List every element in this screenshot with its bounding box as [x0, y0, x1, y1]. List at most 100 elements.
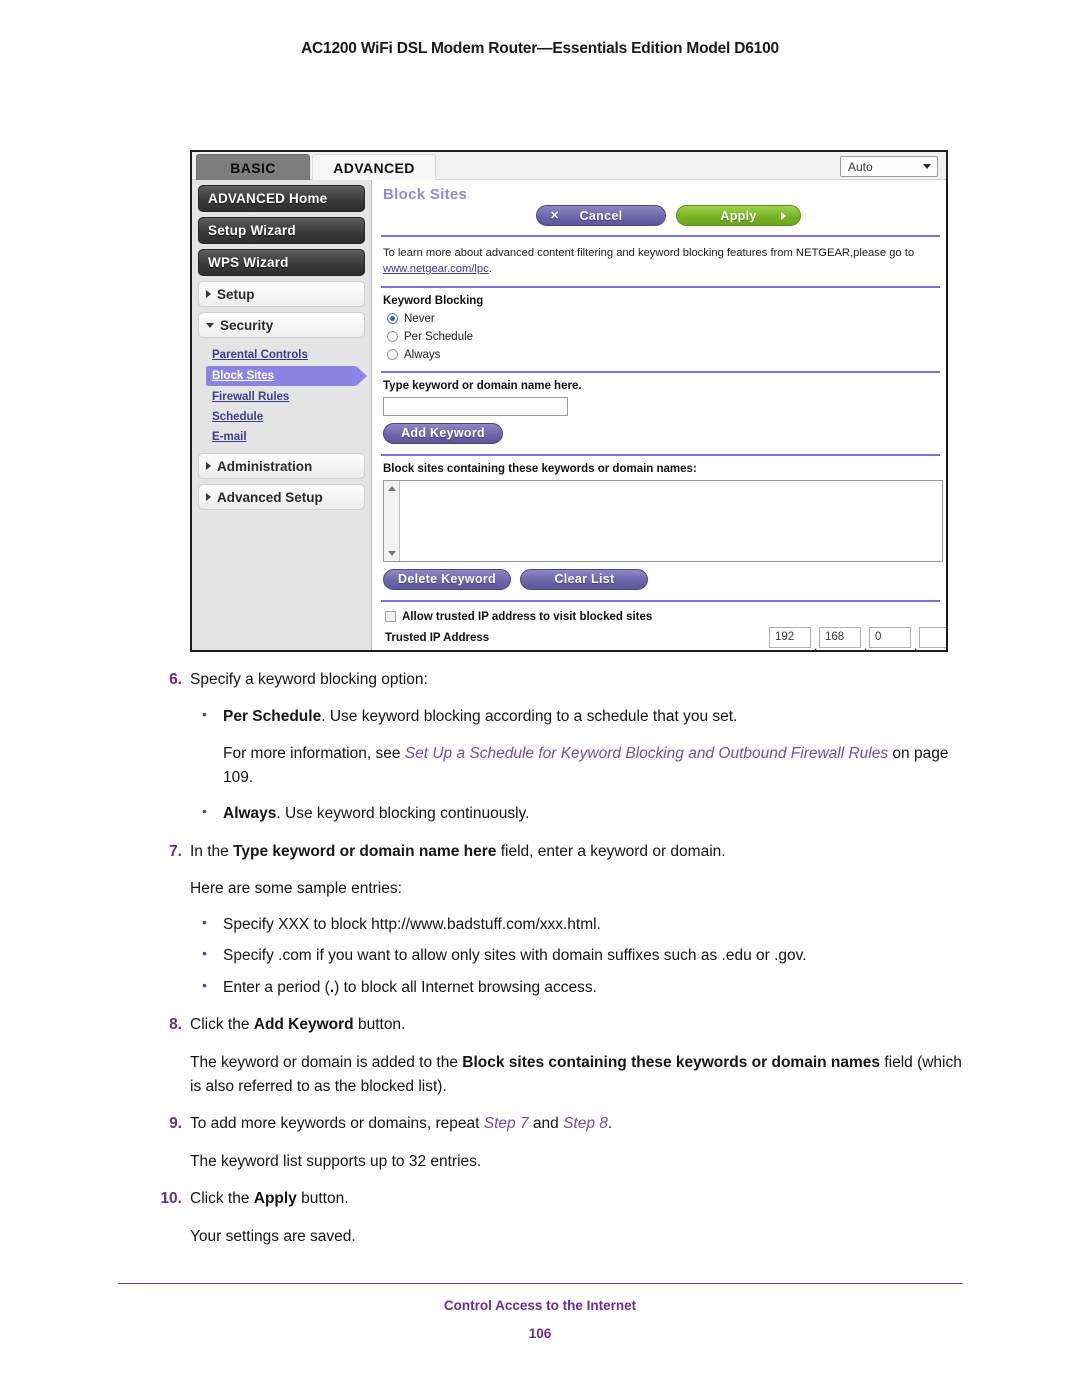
language-select[interactable]: Auto [840, 156, 938, 177]
delete-keyword-button-label: Delete Keyword [398, 572, 496, 587]
info-text-tail: . [488, 262, 492, 275]
step-10: 10. Click the Apply button. Your setting… [152, 1187, 972, 1248]
trusted-ip-checkbox-label: Allow trusted IP address to visit blocke… [402, 610, 653, 623]
content-panel: Block Sites ✕ Cancel Apply To learn more… [373, 180, 946, 650]
apply-button[interactable]: Apply [676, 205, 801, 226]
sidebar-item-schedule[interactable]: Schedule [212, 408, 365, 426]
clear-list-button[interactable]: Clear List [520, 568, 649, 590]
radio-always[interactable]: Always [383, 349, 938, 361]
step-7: 7. In the Type keyword or domain name he… [152, 840, 972, 1000]
add-keyword-button[interactable]: Add Keyword [383, 422, 503, 444]
per-schedule-rest: . Use keyword blocking according to a sc… [321, 707, 738, 725]
sidebar-group-security[interactable]: Security [198, 312, 365, 338]
trusted-ip-row: Trusted IP Address 192 . 168 . 0 . [383, 626, 946, 652]
radio-never[interactable]: Never [383, 313, 938, 325]
radio-always-label: Always [404, 348, 441, 361]
ip-separator: . [864, 638, 868, 652]
security-sublinks: Parental Controls Block Sites Firewall R… [198, 343, 367, 453]
sidebar-item-setup-wizard[interactable]: Setup Wizard [198, 217, 365, 244]
close-icon: ✕ [550, 210, 560, 222]
step-7-bullet-1: Specify XXX to block http://www.badstuff… [190, 912, 972, 937]
step-8-paragraph: The keyword or domain is added to the Bl… [190, 1051, 972, 1098]
footer-divider [118, 1283, 963, 1284]
step-9: 9. To add more keywords or domains, repe… [152, 1112, 972, 1173]
chevron-down-icon [923, 164, 931, 169]
radio-never-label: Never [404, 312, 435, 325]
step-10-paragraph: Your settings are saved. [190, 1227, 356, 1245]
sidebar-item-parental-controls[interactable]: Parental Controls [212, 346, 365, 364]
step-6: 6. Specify a keyword blocking option: Pe… [152, 668, 972, 826]
apply-button-label: Apply [720, 208, 757, 223]
blocked-list-box[interactable] [383, 479, 943, 562]
step-10-lead: Click the [190, 1190, 254, 1208]
step-8-lead: Click the [190, 1016, 254, 1034]
note-lead: For more information, see [223, 745, 405, 763]
sidebar-item-email[interactable]: E-mail [212, 428, 365, 446]
add-keyword-button-label: Add Keyword [401, 426, 485, 441]
trusted-ip-octet-4[interactable] [919, 626, 946, 648]
sidebar-group-setup-label: Setup [217, 286, 255, 302]
step-7-tail: field, enter a keyword or domain. [496, 842, 726, 860]
info-text-lead: To learn more about advanced content fil… [383, 247, 915, 259]
trusted-ip-octet-1[interactable]: 192 [769, 626, 811, 648]
step-7-bold: Type keyword or domain name here [233, 842, 497, 860]
step-7-number: 7. [169, 842, 182, 860]
checkbox-icon[interactable] [385, 611, 396, 623]
scroll-up-icon[interactable] [388, 485, 396, 491]
step-8-reference-link[interactable]: Step 8 [563, 1115, 608, 1132]
sidebar-item-wps-wizard[interactable]: WPS Wizard [198, 249, 365, 276]
tab-advanced[interactable]: ADVANCED [312, 154, 436, 180]
scroll-down-icon[interactable] [388, 550, 396, 556]
trusted-ip-octet-2[interactable]: 168 [819, 626, 861, 648]
step-10-number: 10. [160, 1190, 182, 1208]
trusted-ip-label: Trusted IP Address [385, 631, 490, 644]
sidebar-group-advanced-setup[interactable]: Advanced Setup [198, 484, 365, 510]
radio-always-icon [387, 349, 398, 361]
sidebar-group-advanced-setup-label: Advanced Setup [217, 489, 323, 505]
page-title: AC1200 WiFi DSL Modem Router—Essentials … [301, 40, 779, 57]
radio-never-icon [387, 313, 398, 325]
always-bold: Always [223, 805, 277, 823]
sidebar-group-setup[interactable]: Setup [198, 281, 365, 307]
step-6-bullet-per-schedule: Per Schedule. Use keyword blocking accor… [190, 704, 972, 729]
step-8: 8. Click the Add Keyword button. The key… [152, 1013, 972, 1098]
tab-basic[interactable]: BASIC [196, 154, 310, 180]
language-select-value: Auto [848, 159, 873, 174]
ip-separator: . [914, 638, 918, 652]
chevron-right-icon [206, 462, 211, 470]
netgear-lpc-link[interactable]: www.netgear.com/lpc [383, 263, 489, 275]
footer-page-number: 106 [528, 1326, 552, 1341]
step-9-mid: and [528, 1115, 564, 1133]
scrollbar[interactable] [384, 480, 400, 561]
bullet-3-tail: ) to block all Internet browsing access. [334, 978, 597, 996]
step-6-note: For more information, see Set Up a Sched… [190, 742, 972, 789]
sidebar-item-advanced-home[interactable]: ADVANCED Home [198, 185, 365, 212]
step-10-tail: button. [296, 1190, 349, 1208]
keyword-blocking-label: Keyword Blocking [383, 294, 484, 307]
step-7-subtext: Here are some sample entries: [190, 880, 402, 898]
sidebar-item-block-sites[interactable]: Block Sites [206, 366, 367, 386]
info-text: To learn more about advanced content fil… [381, 237, 940, 286]
trusted-ip-octet-3[interactable]: 0 [869, 626, 911, 648]
radio-per-schedule[interactable]: Per Schedule [383, 331, 938, 343]
sidebar-group-administration[interactable]: Administration [198, 453, 365, 479]
blocked-list-section: Block sites containing these keywords or… [381, 456, 943, 592]
keyword-input[interactable] [383, 396, 568, 416]
cross-reference-link[interactable]: Set Up a Schedule for Keyword Blocking a… [405, 745, 888, 762]
step-7-bullet-3: Enter a period (.) to block all Internet… [190, 975, 972, 1000]
radio-per-schedule-icon [387, 331, 398, 343]
cancel-button[interactable]: ✕ Cancel [536, 205, 666, 226]
step-8-bold: Add Keyword [253, 1016, 354, 1034]
step-7-reference-link[interactable]: Step 7 [484, 1115, 529, 1132]
step-10-bold: Apply [253, 1190, 297, 1208]
chevron-right-icon [206, 493, 211, 501]
trusted-ip-checkbox-row[interactable]: Allow trusted IP address to visit blocke… [383, 611, 938, 623]
footer-title: Control Access to the Internet [443, 1298, 637, 1313]
step-9-number: 9. [169, 1115, 182, 1133]
bullet-3-lead: Enter a period ( [223, 978, 330, 996]
delete-keyword-button[interactable]: Delete Keyword [383, 568, 511, 590]
sidebar-item-firewall-rules[interactable]: Firewall Rules [212, 388, 365, 406]
step-9-paragraph: The keyword list supports up to 32 entri… [190, 1152, 482, 1170]
ip-separator: . [814, 638, 818, 652]
step-8-tail: button. [353, 1016, 406, 1034]
